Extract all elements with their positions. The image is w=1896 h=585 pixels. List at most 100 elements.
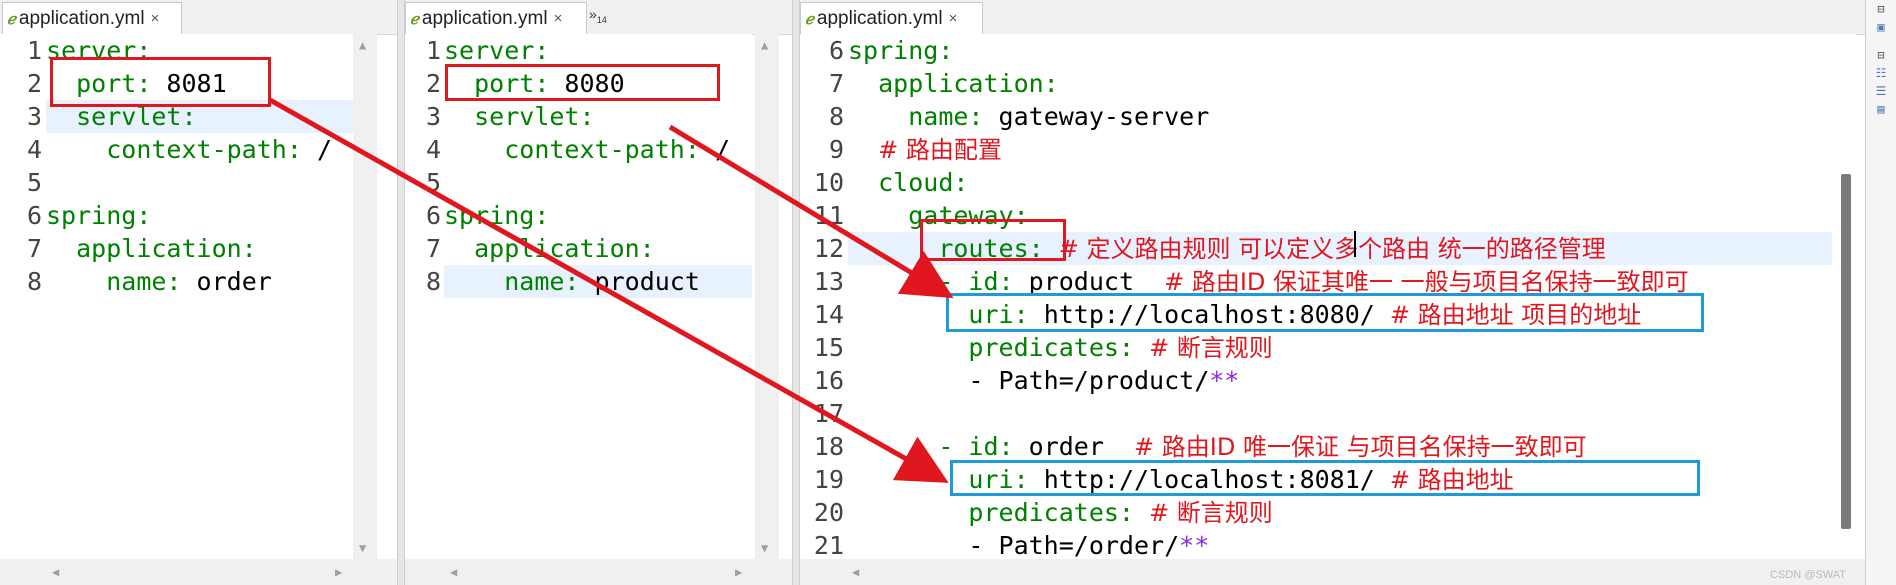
line-number: 5 [26,168,42,197]
scroll-down-icon[interactable]: ▼ [359,541,366,555]
maximize-icon[interactable]: ▣ [1874,20,1888,34]
tab-application-yml[interactable]: ℯ application.yml × [405,2,587,34]
text-cursor [1354,231,1356,257]
spring-leaf-icon: ℯ [410,10,419,28]
task-list-icon[interactable]: ▤ [1874,102,1888,116]
minimize-icon[interactable]: ⊟ [1874,2,1888,16]
spring-leaf-icon: ℯ [7,10,16,28]
code-line: cloud: [878,168,969,197]
vertical-scrollbar[interactable]: ▲ ▼ [755,34,779,559]
line-number: 16 [813,366,844,395]
close-icon[interactable]: × [151,10,160,27]
close-icon[interactable]: × [554,10,563,27]
scroll-up-icon[interactable]: ▲ [761,38,768,52]
scroll-right-icon[interactable]: ▶ [735,565,742,579]
line-number: 13 [813,267,844,296]
horizontal-scrollbar[interactable]: ◀ ▶ [405,559,792,585]
line-number: 15 [813,333,844,362]
line-number: 7 [425,234,441,263]
code-line: application: [76,234,257,263]
line-number-gutter: 6 7 8 9 10 11 12 13 14 15 16 17 18 19 20… [800,34,848,560]
line-number: 10 [813,168,844,197]
line-number: 11 [813,201,844,230]
code-line: context-path: / [106,135,332,164]
scroll-up-icon[interactable]: ▲ [359,38,366,52]
more-tabs-button[interactable]: »14 [589,6,607,25]
tab-application-yml[interactable]: ℯ application.yml × [800,2,983,34]
code-line: predicates: # 断言规则 [968,333,1273,362]
line-number: 2 [425,69,441,98]
close-icon[interactable]: × [949,10,958,27]
line-number: 20 [813,498,844,527]
annotation-box-port-8080 [445,64,720,101]
code-area[interactable]: server: port: 8081 servlet: context-path… [46,34,353,559]
horizontal-scrollbar[interactable]: ◀ ▶ [0,559,397,585]
pane-splitter[interactable] [792,0,800,585]
line-number: 1 [425,36,441,65]
watermark: CSDN @SWAT [1770,569,1846,581]
tab-bar: ℯ application.yml × »14 [405,0,792,35]
annotation-box-uri-8081 [950,460,1700,496]
restore-icon[interactable]: ⊟ [1874,48,1888,62]
scroll-right-icon[interactable]: ▶ [335,565,342,579]
tab-bar: ℯ application.yml × [0,0,397,35]
vertical-scrollbar[interactable]: ▲ ▼ [353,34,377,559]
line-number: 14 [813,300,844,329]
scrollbar-thumb[interactable] [1841,174,1851,529]
code-line: context-path: / [504,135,730,164]
side-toolbar: ⊟ ▣ ⊟ ☷ ☰ ▤ [1865,0,1896,585]
vertical-scrollbar[interactable] [1832,34,1856,559]
code-line: application: [878,69,1059,98]
scroll-left-icon[interactable]: ◀ [852,565,859,579]
line-number: 6 [26,201,42,230]
code-line: # 路由配置 [878,136,1002,164]
annotation-box-port-8081 [50,57,271,107]
line-number: 8 [425,267,441,296]
line-number: 17 [813,399,844,428]
line-number: 9 [828,135,844,164]
code-line: name: gateway-server [908,102,1210,131]
code-area[interactable]: server: port: 8080 servlet: context-path… [444,34,752,559]
line-number: 19 [813,465,844,494]
code-line-current: name: product [444,265,752,298]
line-number: 6 [828,36,844,65]
pane-splitter[interactable] [397,0,405,585]
line-number: 7 [26,234,42,263]
scroll-left-icon[interactable]: ◀ [52,565,59,579]
annotation-box-routes [920,219,1066,261]
line-number: 7 [828,69,844,98]
code-line: - Path=/order/** [968,531,1210,560]
code-line: spring: [46,201,152,230]
line-number: 2 [26,69,42,98]
scroll-left-icon[interactable]: ◀ [450,565,457,579]
line-number: 8 [828,102,844,131]
outline-icon[interactable]: ☷ [1874,66,1888,80]
line-number: 12 [813,234,844,263]
line-number: 4 [26,135,42,164]
code-line: server: [444,36,550,65]
tab-bar: ℯ application.yml × [800,0,1866,35]
code-line: spring: [848,36,954,65]
line-number: 3 [425,102,441,131]
horizontal-scrollbar[interactable]: ◀ [800,559,1866,585]
hierarchy-icon[interactable]: ☰ [1874,84,1888,98]
code-line: name: order [106,267,272,296]
annotation-box-uri-8080 [946,293,1704,332]
line-number: 3 [26,102,42,131]
line-number: 1 [26,36,42,65]
scroll-down-icon[interactable]: ▼ [761,541,768,555]
code-line: spring: [444,201,550,230]
line-number: 21 [813,531,844,560]
tab-application-yml[interactable]: ℯ application.yml × [2,2,182,34]
line-number-gutter: 1 2 3 4 5 6 7 8 [0,34,46,559]
line-number: 8 [26,267,42,296]
line-number: 4 [425,135,441,164]
code-line: - id: order # 路由ID 唯一保证 与项目名保持一致即可 [938,432,1587,461]
code-line: servlet: [474,102,595,131]
line-number: 5 [425,168,441,197]
line-number: 18 [813,432,844,461]
spring-leaf-icon: ℯ [805,10,814,28]
